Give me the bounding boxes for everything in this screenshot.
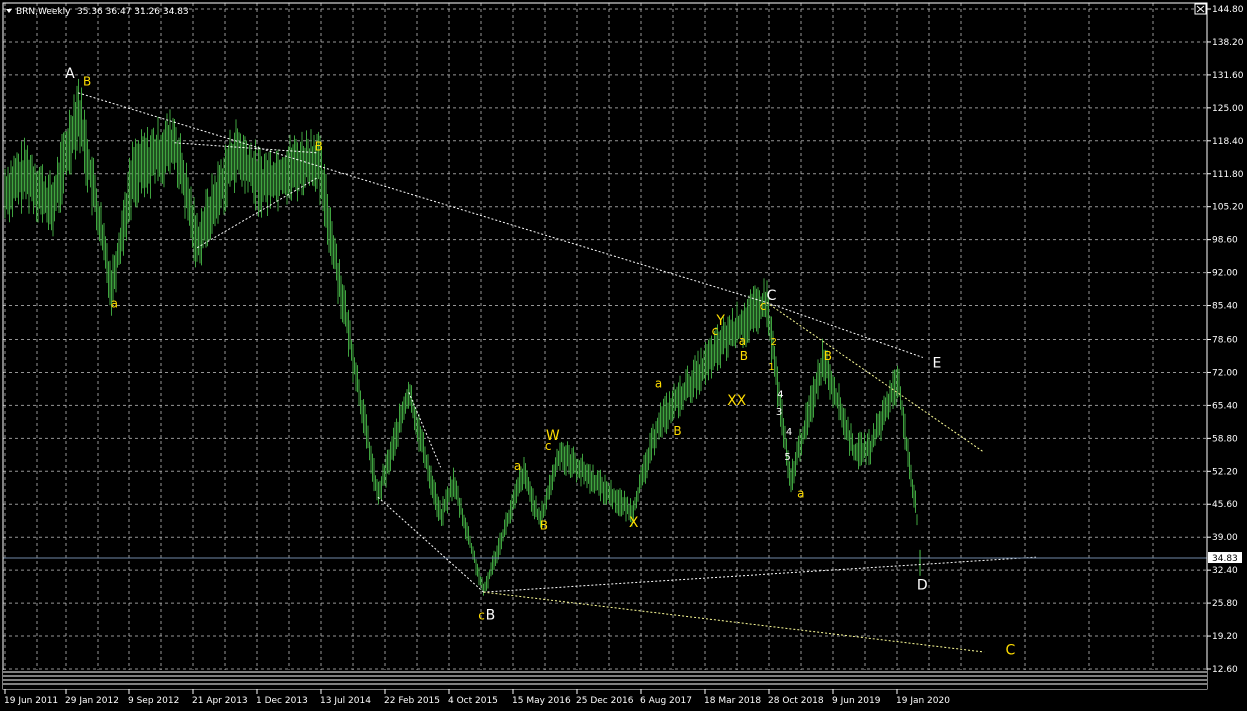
price-tick-label: 45.60 <box>1212 500 1238 510</box>
time-tick-label: 9 Jun 2019 <box>832 696 881 706</box>
wave-label: B <box>740 349 748 363</box>
price-tick-label: 12.60 <box>1212 665 1238 675</box>
wave-label: X <box>629 515 639 531</box>
price-chart[interactable]: A BaBc BaBcWXaBcYaBXXcC214345aB EDC 144.801… <box>0 0 1247 711</box>
bottom-scrollbar[interactable] <box>3 670 1207 689</box>
wave-label: c <box>478 609 485 623</box>
wave-label: C <box>767 288 777 304</box>
wave-label: B <box>673 424 681 438</box>
chart-header: BRN,Weekly 35.36 36.47 31.26 34.83 <box>6 7 189 17</box>
wave-label: XX <box>727 393 747 409</box>
price-tick-label: 92.00 <box>1212 269 1238 279</box>
time-tick-label: 25 Dec 2016 <box>576 696 634 706</box>
price-tick-label: 125.00 <box>1212 104 1244 114</box>
wave-label: 3 <box>776 407 782 418</box>
time-tick-label: 29 Jan 2012 <box>65 696 119 706</box>
price-tick-label: 32.40 <box>1212 566 1238 576</box>
price-tick-label: 19.20 <box>1212 632 1238 642</box>
wave-label: B <box>824 349 832 363</box>
price-tick-label: 72.00 <box>1212 368 1238 378</box>
current-price-tag: 34.83 <box>1208 552 1242 564</box>
price-tick-label: 111.80 <box>1212 170 1244 180</box>
price-tick-label: 105.20 <box>1212 203 1244 213</box>
price-tick-label: 58.80 <box>1212 434 1238 444</box>
wave-label: a <box>797 486 804 500</box>
wave-label: W <box>546 428 560 444</box>
wave-label: a <box>111 297 118 311</box>
time-tick-label: 1 Dec 2013 <box>256 696 308 706</box>
wave-label: c <box>760 299 767 313</box>
wave-label: 2 <box>771 337 777 348</box>
wave-label: B <box>540 519 548 533</box>
time-tick-label: 13 Jul 2014 <box>320 696 371 706</box>
wave-label: a <box>514 459 521 473</box>
time-tick-label: 6 Aug 2017 <box>640 696 692 706</box>
price-tick-label: 144.80 <box>1212 5 1244 15</box>
wave-label: 4 <box>786 427 792 438</box>
wave-label: B <box>486 608 496 624</box>
price-tick-label: 65.40 <box>1212 401 1238 411</box>
price-tick-label: 39.00 <box>1212 533 1238 543</box>
time-tick-label: 4 Oct 2015 <box>448 696 498 706</box>
time-tick-label: 28 Oct 2018 <box>768 696 824 706</box>
ohlc-values: 35.36 36.47 31.26 34.83 <box>77 7 189 17</box>
wave-label: 1 <box>768 362 774 373</box>
current-price-label: 34.83 <box>1212 554 1238 564</box>
wave-label: a <box>739 334 746 348</box>
wave-label: a <box>655 376 662 390</box>
wave-label: Y <box>715 313 725 329</box>
wave-label: B <box>315 139 323 153</box>
price-tick-label: 52.20 <box>1212 467 1238 477</box>
time-tick-label: 19 Jun 2011 <box>4 696 58 706</box>
price-tick-label: 131.60 <box>1212 71 1244 81</box>
price-tick-label: 98.60 <box>1212 236 1238 246</box>
price-tick-label: 78.60 <box>1212 335 1238 345</box>
time-tick-label: 18 Mar 2018 <box>704 696 761 706</box>
price-tick-label: 138.20 <box>1212 38 1244 48</box>
wave-label: 5 <box>784 452 790 463</box>
time-tick-label: 21 Apr 2013 <box>192 696 248 706</box>
close-box-icon[interactable] <box>1194 3 1207 15</box>
wave-label: E <box>932 355 941 371</box>
wave-label: C <box>1006 643 1016 659</box>
price-tick-label: 85.40 <box>1212 302 1238 312</box>
price-tick-label: 118.40 <box>1212 137 1244 147</box>
price-tick-label: 25.80 <box>1212 599 1238 609</box>
time-tick-label: 22 Feb 2015 <box>384 696 440 706</box>
symbol-timeframe: BRN,Weekly <box>16 7 71 17</box>
time-tick-label: 15 May 2016 <box>512 696 571 706</box>
wave-label: B <box>83 74 91 88</box>
wave-label: D <box>917 578 928 594</box>
time-tick-label: 19 Jan 2020 <box>896 696 950 706</box>
time-tick-label: 9 Sep 2012 <box>128 696 179 706</box>
wave-label: 4 <box>777 389 783 400</box>
wave-label: A <box>65 66 75 82</box>
